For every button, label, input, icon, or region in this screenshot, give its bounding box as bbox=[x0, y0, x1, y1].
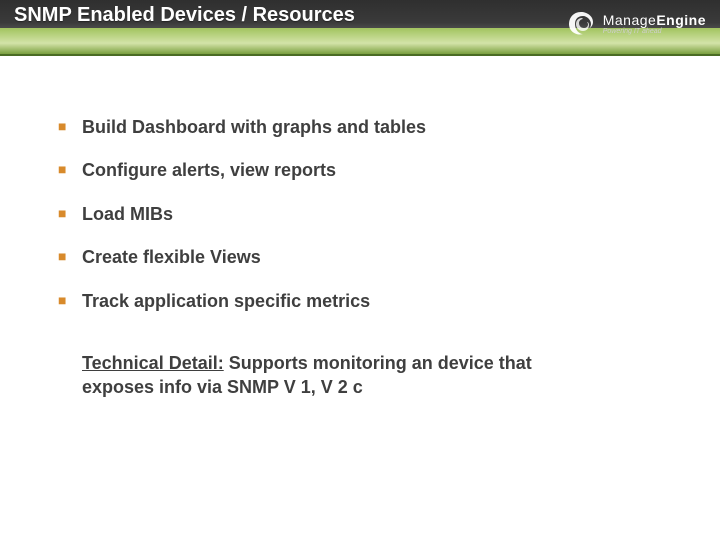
list-item: Configure alerts, view reports bbox=[58, 159, 662, 182]
list-item: Build Dashboard with graphs and tables bbox=[58, 116, 662, 139]
logo-tagline: Powering IT ahead bbox=[603, 28, 706, 35]
slide-title: SNMP Enabled Devices / Resources bbox=[14, 4, 355, 27]
logo-text: ManageEngine Powering IT ahead bbox=[603, 13, 706, 35]
logo-swirl-icon bbox=[565, 8, 597, 40]
slide-content: Build Dashboard with graphs and tables C… bbox=[0, 56, 720, 400]
list-item: Track application specific metrics bbox=[58, 290, 662, 313]
detail-lead: Technical Detail: bbox=[82, 353, 224, 373]
logo-brand-name: ManageEngine bbox=[603, 13, 706, 27]
brand-logo: ManageEngine Powering IT ahead bbox=[565, 8, 706, 40]
slide-header: SNMP Enabled Devices / Resources ManageE… bbox=[0, 0, 720, 56]
list-item: Load MIBs bbox=[58, 203, 662, 226]
technical-detail: Technical Detail: Supports monitoring an… bbox=[58, 351, 598, 400]
list-item: Create flexible Views bbox=[58, 246, 662, 269]
bullet-list: Build Dashboard with graphs and tables C… bbox=[58, 116, 662, 313]
